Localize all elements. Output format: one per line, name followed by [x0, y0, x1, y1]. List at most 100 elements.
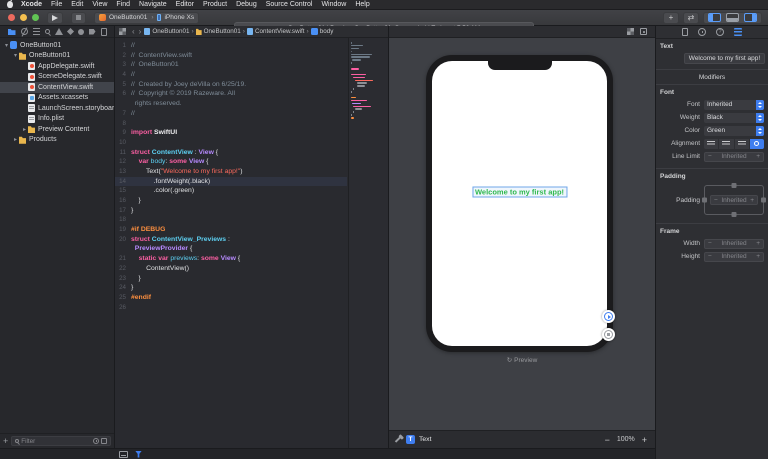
increment-button[interactable]: +	[753, 153, 763, 160]
run-button[interactable]	[47, 11, 63, 24]
align-inherited-button[interactable]	[749, 138, 764, 149]
preview-text-view[interactable]: Welcome to my first app!	[471, 186, 568, 198]
scheme-selector[interactable]: OneButton01 › iPhone Xs	[94, 11, 200, 24]
stop-button[interactable]	[71, 11, 86, 24]
menu-file[interactable]: File	[51, 1, 62, 8]
code-line-17[interactable]: 17}	[115, 206, 347, 216]
align-right-button[interactable]	[734, 138, 749, 149]
code-line-12[interactable]: 12 var body: some View {	[115, 157, 347, 167]
padding-bottom-checkbox[interactable]	[731, 212, 737, 217]
file-row-onebutton01[interactable]: ▾ OneButton01	[0, 40, 114, 51]
toggle-inspector-button[interactable]	[744, 13, 757, 22]
breadcrumb-contentview-swift[interactable]: ContentView.swift	[246, 28, 305, 35]
disclosure-icon[interactable]: ▸	[21, 126, 28, 133]
tests-navigator-icon[interactable]	[66, 27, 74, 36]
align-left-button[interactable]	[704, 138, 719, 149]
related-items-icon[interactable]	[119, 28, 126, 35]
reports-navigator-icon[interactable]	[100, 27, 107, 36]
file-row-onebutton01[interactable]: ▾ OneButton01	[0, 51, 114, 62]
menu-edit[interactable]: Edit	[71, 1, 83, 8]
code-line-13[interactable]: 13 Text("Welcome to my first app!")	[115, 167, 347, 177]
code-line-18[interactable]: 18	[115, 215, 347, 225]
line-limit-stepper[interactable]: − Inherited +	[704, 151, 764, 162]
file-row-contentview-swift[interactable]: ContentView.swift	[0, 82, 114, 93]
menu-window[interactable]: Window	[321, 1, 346, 8]
code-line-6[interactable]: 6// Copyright © 2019 Razeware. All	[115, 89, 347, 99]
decrement-button[interactable]: −	[705, 240, 715, 247]
menu-xcode[interactable]: Xcode	[21, 1, 42, 8]
add-file-button[interactable]: +	[3, 436, 8, 446]
preview-on-device-button[interactable]	[602, 328, 615, 341]
file-row-scenedelegate-swift[interactable]: SceneDelegate.swift	[0, 72, 114, 83]
history-inspector-icon[interactable]	[698, 28, 706, 36]
zoom-window-button[interactable]	[32, 14, 39, 21]
menu-source-control[interactable]: Source Control	[266, 1, 313, 8]
code-line-15[interactable]: 15 .color(.green)	[115, 186, 347, 196]
increment-button[interactable]: +	[747, 197, 757, 204]
minimize-window-button[interactable]	[20, 14, 27, 21]
padding-left-checkbox[interactable]	[702, 197, 707, 203]
breakpoints-navigator-icon[interactable]	[88, 28, 96, 35]
debug-navigator-icon[interactable]	[77, 28, 84, 35]
zoom-level[interactable]: 100%	[617, 436, 635, 443]
font-popup[interactable]: Inherited	[704, 99, 764, 110]
height-stepper[interactable]: − Inherited +	[704, 251, 764, 262]
color-popup[interactable]: Green	[704, 125, 764, 136]
padding-right-checkbox[interactable]	[761, 197, 766, 203]
code-line-22[interactable]: 22 ContentView()	[115, 264, 347, 274]
increment-button[interactable]: +	[753, 240, 763, 247]
project-navigator-icon[interactable]	[7, 29, 16, 35]
library-add-button[interactable]: +	[663, 11, 679, 24]
align-center-button[interactable]	[719, 138, 734, 149]
code-line-9[interactable]: 9 import SwiftUI	[115, 128, 347, 138]
file-row-assets-xcassets[interactable]: Assets.xcassets	[0, 93, 114, 104]
canvas-layout-icon[interactable]	[627, 28, 634, 35]
code-editor-area[interactable]: 1//2// ContentView.swift 3// OneButton01 4…	[115, 38, 388, 448]
back-button[interactable]: ‹	[132, 27, 135, 36]
recent-files-icon[interactable]	[93, 438, 99, 444]
decrement-button[interactable]: −	[711, 197, 721, 204]
iphone-screen[interactable]: Welcome to my first app!	[432, 61, 607, 346]
code-line-2[interactable]: 2// ContentView.swift	[115, 51, 347, 61]
breadcrumb-body[interactable]: body	[310, 28, 333, 35]
code-line-5[interactable]: 5// Created by Joey deVilla on 6/25/19.	[115, 80, 347, 90]
code-line-20[interactable]: 20 struct ContentView_Previews :	[115, 235, 347, 245]
padding-top-checkbox[interactable]	[731, 183, 737, 188]
code-line-7[interactable]: 7//	[115, 109, 347, 119]
text-value-field[interactable]: Welcome to my first app!	[684, 53, 765, 64]
toggle-debug-area-button[interactable]	[726, 13, 739, 22]
file-inspector-icon[interactable]	[682, 28, 688, 36]
zoom-in-button[interactable]: +	[642, 435, 647, 445]
code-line-25[interactable]: 25 #endif	[115, 293, 347, 303]
quick-help-inspector-icon[interactable]: ?	[716, 28, 724, 36]
live-preview-button[interactable]	[602, 310, 615, 323]
weight-popup[interactable]: Black	[704, 112, 764, 123]
close-window-button[interactable]	[8, 14, 15, 21]
code-line-19[interactable]: 19 #if DEBUG	[115, 225, 347, 235]
console-toggle-icon[interactable]	[119, 450, 128, 458]
code-line-14[interactable]: 14 .fontWeight(.black)	[115, 176, 347, 187]
file-row-launchscreen-storyboard[interactable]: LaunchScreen.storyboard	[0, 103, 114, 114]
canvas-device-settings-icon[interactable]	[640, 28, 647, 35]
disclosure-icon[interactable]: ▾	[3, 42, 10, 49]
code-line-21[interactable]: 21 static var previews: some View {	[115, 254, 347, 264]
code-line-4[interactable]: 4//	[115, 70, 347, 80]
code-line-10[interactable]: 10	[115, 138, 347, 148]
editor-options-button[interactable]: ⇄	[683, 11, 699, 24]
file-row-products[interactable]: ▸ Products	[0, 135, 114, 146]
source-control-navigator-icon[interactable]	[20, 28, 28, 35]
breadcrumb-onebutton01[interactable]: OneButton01	[144, 28, 189, 35]
file-row-info-plist[interactable]: Info.plist	[0, 114, 114, 125]
padding-stepper[interactable]: − Inherited +	[710, 195, 758, 205]
menu-navigate[interactable]: Navigate	[139, 1, 167, 8]
source-control-status-icon[interactable]	[101, 438, 107, 444]
toggle-navigator-button[interactable]	[708, 13, 721, 22]
code-line-24[interactable]: 24}	[115, 283, 347, 293]
file-row-appdelegate-swift[interactable]: AppDelegate.swift	[0, 61, 114, 72]
code-line-3[interactable]: 3// OneButton01	[115, 60, 347, 70]
filter-field[interactable]: Filter	[11, 436, 111, 446]
code-line-16[interactable]: 16 }	[115, 196, 347, 206]
pin-preview-icon[interactable]	[394, 436, 402, 443]
decrement-button[interactable]: −	[705, 153, 715, 160]
menu-view[interactable]: View	[92, 1, 107, 8]
